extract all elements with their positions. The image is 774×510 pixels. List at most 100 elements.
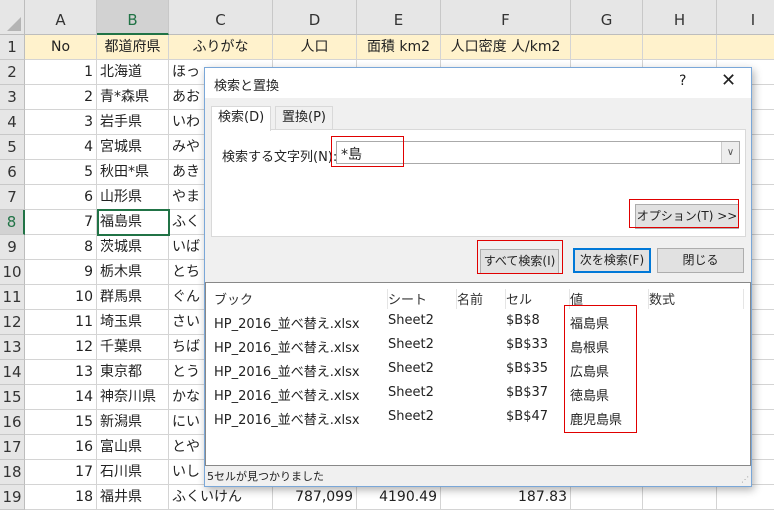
resize-grip-icon[interactable]: ⋰ bbox=[741, 475, 749, 484]
header-cell[interactable] bbox=[643, 35, 717, 60]
column-header-E[interactable]: E bbox=[357, 0, 441, 35]
cell-no[interactable]: 6 bbox=[25, 185, 97, 210]
row-header[interactable]: 10 bbox=[0, 260, 25, 285]
tab-replace[interactable]: 置換(P) bbox=[275, 106, 333, 130]
row-header[interactable]: 17 bbox=[0, 435, 25, 460]
cell-pref[interactable]: 新潟県 bbox=[97, 410, 169, 435]
row-header[interactable]: 13 bbox=[0, 335, 25, 360]
column-header-B[interactable]: B bbox=[97, 0, 169, 35]
cell-kana[interactable]: ふくいけん bbox=[169, 485, 273, 510]
cell-no[interactable]: 11 bbox=[25, 310, 97, 335]
row-header[interactable]: 12 bbox=[0, 310, 25, 335]
cell-pref[interactable]: 青*森県 bbox=[97, 85, 169, 110]
result-cell[interactable]: $B$47 bbox=[506, 409, 548, 424]
help-icon[interactable]: ? bbox=[679, 73, 686, 89]
header-cell[interactable]: 面積 km2 bbox=[357, 35, 441, 60]
cell-no[interactable]: 14 bbox=[25, 385, 97, 410]
results-list[interactable]: ブック シート 名前 セル値数式 HP_2016_並べ替え.xlsx Sheet2 $B$8… bbox=[205, 282, 751, 466]
result-sheet[interactable]: Sheet2 bbox=[388, 313, 434, 328]
row-header[interactable]: 18 bbox=[0, 460, 25, 485]
header-cell[interactable]: ふりがな bbox=[169, 35, 273, 60]
result-book[interactable]: HP_2016_並べ替え.xlsx bbox=[214, 385, 360, 404]
cell-pref[interactable]: 宮城県 bbox=[97, 135, 169, 160]
result-sheet[interactable]: Sheet2 bbox=[388, 361, 434, 376]
header-cell[interactable]: 都道府県 bbox=[97, 35, 169, 60]
column-header-I[interactable]: I bbox=[717, 0, 774, 35]
result-book[interactable]: HP_2016_並べ替え.xlsx bbox=[214, 313, 360, 332]
column-header-A[interactable]: A bbox=[25, 0, 97, 35]
tab-find[interactable]: 検索(D) bbox=[211, 106, 272, 131]
cell[interactable] bbox=[571, 485, 643, 510]
cell-no[interactable]: 18 bbox=[25, 485, 97, 510]
cell-pref[interactable]: 千葉県 bbox=[97, 335, 169, 360]
row-header[interactable]: 11 bbox=[0, 285, 25, 310]
result-column-header[interactable]: セル bbox=[506, 289, 570, 309]
result-cell[interactable]: $B$35 bbox=[506, 361, 548, 376]
cell[interactable] bbox=[643, 485, 717, 510]
find-next-button[interactable]: 次を検索(F) bbox=[573, 248, 651, 273]
cell-pref[interactable]: 神奈川県 bbox=[97, 385, 169, 410]
row-header[interactable]: 6 bbox=[0, 160, 25, 185]
result-cell[interactable]: $B$8 bbox=[506, 313, 540, 328]
cell-no[interactable]: 4 bbox=[25, 135, 97, 160]
cell-pref[interactable]: 東京都 bbox=[97, 360, 169, 385]
header-cell[interactable]: 人口密度 人/km2 bbox=[441, 35, 571, 60]
cell-pref[interactable]: 北海道 bbox=[97, 60, 169, 85]
header-cell[interactable] bbox=[717, 35, 774, 60]
select-all-corner[interactable] bbox=[0, 0, 25, 35]
cell-pref[interactable]: 富山県 bbox=[97, 435, 169, 460]
result-book[interactable]: HP_2016_並べ替え.xlsx bbox=[214, 361, 360, 380]
cell-no[interactable]: 5 bbox=[25, 160, 97, 185]
result-sheet[interactable]: Sheet2 bbox=[388, 409, 434, 424]
close-button[interactable]: 閉じる bbox=[657, 248, 744, 273]
column-header-C[interactable]: C bbox=[169, 0, 273, 35]
result-sheet[interactable]: Sheet2 bbox=[388, 385, 434, 400]
result-cell[interactable]: $B$37 bbox=[506, 385, 548, 400]
result-sheet[interactable]: Sheet2 bbox=[388, 337, 434, 352]
row-header[interactable]: 1 bbox=[0, 35, 25, 60]
chevron-down-icon[interactable]: ∨ bbox=[721, 142, 739, 163]
close-icon[interactable]: ✕ bbox=[721, 70, 736, 91]
row-header[interactable]: 15 bbox=[0, 385, 25, 410]
header-cell[interactable] bbox=[571, 35, 643, 60]
cell-no[interactable]: 2 bbox=[25, 85, 97, 110]
cell-pref[interactable]: 茨城県 bbox=[97, 235, 169, 260]
cell-pref[interactable]: 石川県 bbox=[97, 460, 169, 485]
cell-no[interactable]: 16 bbox=[25, 435, 97, 460]
row-header[interactable]: 4 bbox=[0, 110, 25, 135]
cell-no[interactable]: 15 bbox=[25, 410, 97, 435]
result-column-header[interactable]: 名前 bbox=[457, 289, 506, 309]
cell-pref[interactable]: 埼玉県 bbox=[97, 310, 169, 335]
column-header-H[interactable]: H bbox=[643, 0, 717, 35]
row-header[interactable]: 16 bbox=[0, 410, 25, 435]
cell-no[interactable]: 17 bbox=[25, 460, 97, 485]
header-cell[interactable]: No bbox=[25, 35, 97, 60]
cell-pref[interactable]: 福井県 bbox=[97, 485, 169, 510]
result-cell[interactable]: $B$33 bbox=[506, 337, 548, 352]
cell-no[interactable]: 9 bbox=[25, 260, 97, 285]
cell-pop[interactable]: 787,099 bbox=[273, 485, 357, 510]
row-header[interactable]: 7 bbox=[0, 185, 25, 210]
result-book[interactable]: HP_2016_並べ替え.xlsx bbox=[214, 337, 360, 356]
cell-pref[interactable]: 栃木県 bbox=[97, 260, 169, 285]
cell-pref[interactable]: 群馬県 bbox=[97, 285, 169, 310]
column-header-D[interactable]: D bbox=[273, 0, 357, 35]
dialog-titlebar[interactable]: 検索と置換 ? ✕ bbox=[205, 68, 751, 98]
cell-no[interactable]: 13 bbox=[25, 360, 97, 385]
cell-no[interactable]: 8 bbox=[25, 235, 97, 260]
row-header[interactable]: 9 bbox=[0, 235, 25, 260]
result-column-header[interactable]: ブック bbox=[214, 289, 388, 309]
cell-pref[interactable]: 山形県 bbox=[97, 185, 169, 210]
row-header[interactable]: 14 bbox=[0, 360, 25, 385]
cell-pref[interactable]: 秋田*県 bbox=[97, 160, 169, 185]
cell-pref[interactable]: 岩手県 bbox=[97, 110, 169, 135]
result-book[interactable]: HP_2016_並べ替え.xlsx bbox=[214, 409, 360, 428]
result-column-header[interactable]: 数式 bbox=[649, 289, 744, 309]
cell-no[interactable]: 1 bbox=[25, 60, 97, 85]
cell-no[interactable]: 3 bbox=[25, 110, 97, 135]
row-header[interactable]: 3 bbox=[0, 85, 25, 110]
header-cell[interactable]: 人口 bbox=[273, 35, 357, 60]
row-header[interactable]: 2 bbox=[0, 60, 25, 85]
result-column-header[interactable]: シート bbox=[388, 289, 457, 309]
cell-no[interactable]: 7 bbox=[25, 210, 97, 235]
